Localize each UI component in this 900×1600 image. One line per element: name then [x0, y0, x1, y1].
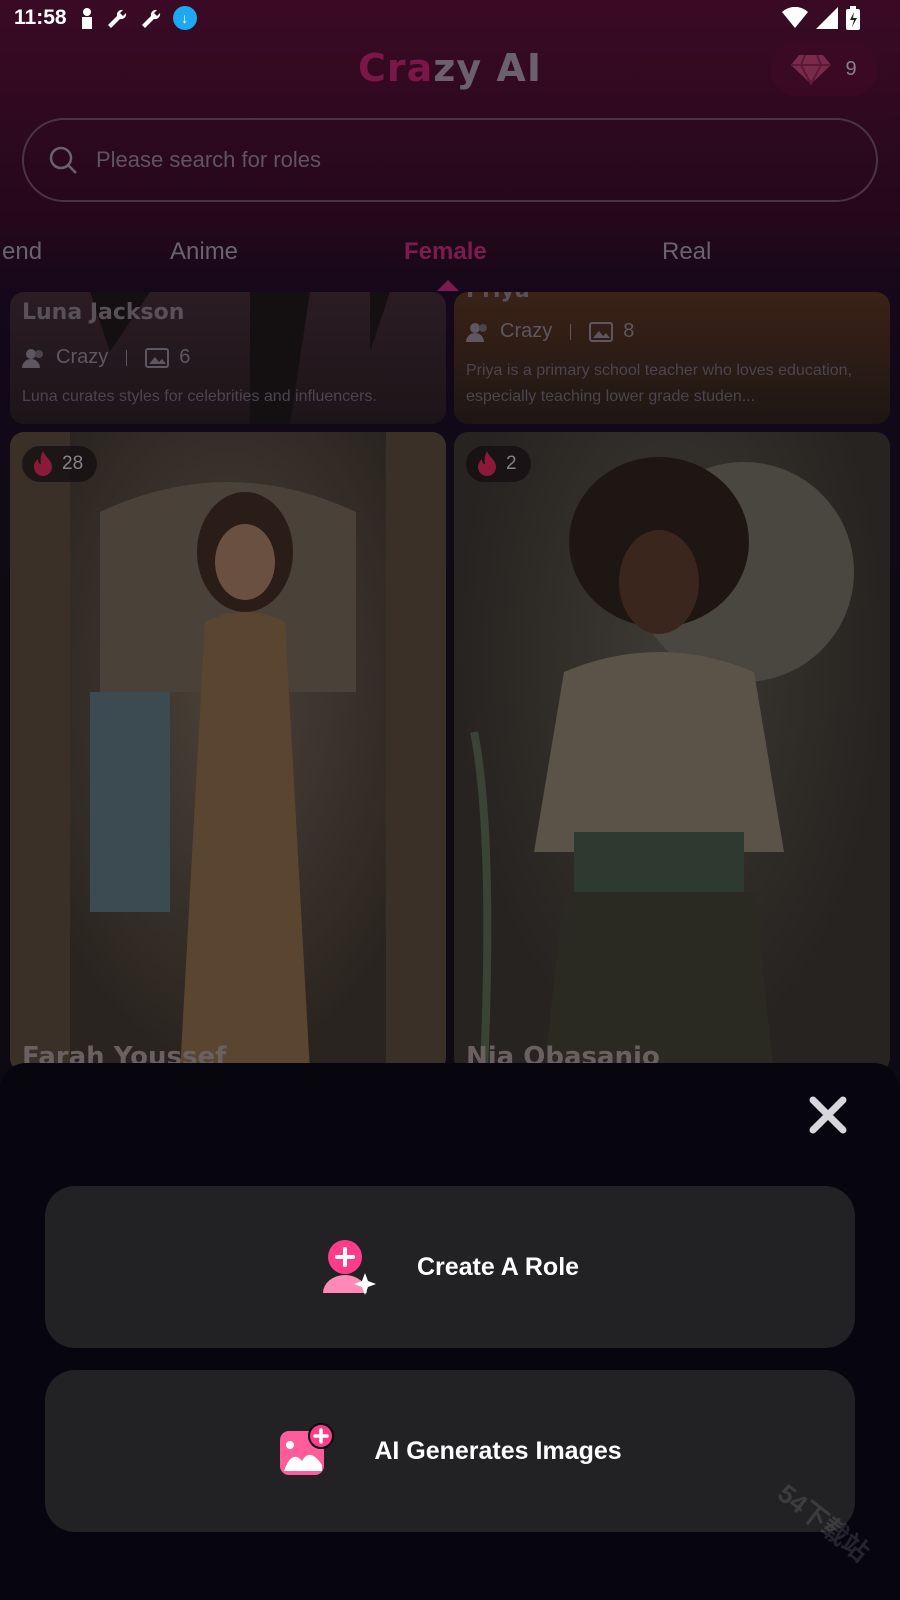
meta-divider [570, 323, 572, 340]
ai-generate-images-button[interactable]: AI Generates Images [45, 1370, 855, 1532]
tab-female[interactable]: Female [404, 238, 487, 266]
image-icon [145, 347, 170, 368]
tab-active-indicator [437, 280, 459, 291]
role-meta: Crazy 8 [466, 320, 634, 343]
character-art [10, 432, 446, 1072]
status-icons-right [782, 6, 860, 30]
users-icon [22, 348, 43, 368]
status-icons-left: ↓ [79, 6, 197, 30]
close-icon [809, 1096, 847, 1134]
role-author: Crazy [500, 320, 553, 342]
role-image-count: 8 [623, 320, 635, 342]
gem-count: 9 [845, 57, 857, 80]
popularity-count: 2 [506, 453, 517, 474]
person-status-icon [81, 8, 92, 29]
image-icon [589, 321, 614, 342]
gem-balance-button[interactable]: 9 [770, 42, 878, 96]
popularity-badge: 28 [22, 446, 98, 482]
wrench-icon [141, 9, 160, 28]
battery-icon [846, 6, 860, 30]
wifi-icon [782, 7, 808, 28]
category-tabs: end Anime Female Real [0, 220, 900, 291]
status-bar: 11:58 ↓ [0, 0, 900, 36]
close-button[interactable] [806, 1093, 850, 1137]
search-input[interactable] [96, 147, 796, 173]
signal-icon [816, 7, 838, 29]
download-icon: ↓ [172, 6, 197, 30]
app-title-accent: Cra [358, 46, 434, 90]
diamond-icon [791, 54, 832, 85]
create-options-sheet: Create A Role AI Generates Images 54下载站 [0, 1063, 900, 1600]
character-art [470, 457, 854, 1072]
popularity-badge: 2 [466, 446, 531, 482]
role-description: Priya is a primary school teacher who lo… [466, 362, 852, 405]
role-meta: Crazy 6 [22, 346, 190, 369]
create-role-button[interactable]: Create A Role [45, 1186, 855, 1348]
add-image-icon [280, 1423, 335, 1475]
tab-anime[interactable]: Anime [170, 238, 238, 266]
tab-trend[interactable]: end [2, 238, 42, 266]
role-name: Luna Jackson [22, 300, 185, 325]
meta-divider [126, 349, 128, 366]
role-card[interactable]: 2 Nia Obasanjo [454, 432, 890, 1072]
role-card[interactable]: Luna Jackson Crazy 6 Luna curates styles… [10, 292, 446, 424]
role-author: Crazy [56, 346, 109, 368]
ai-generate-images-label: AI Generates Images [374, 1436, 622, 1465]
search-icon [49, 146, 77, 174]
role-description: Luna curates styles for celebrities and … [22, 388, 377, 405]
fire-icon [478, 451, 496, 476]
header: Crazy AI 9 [0, 40, 900, 100]
status-time: 11:58 [14, 6, 67, 29]
fire-icon [34, 451, 52, 476]
wrench-icon [107, 9, 126, 28]
role-card[interactable]: Priya Crazy 8 Priya is a primary school … [454, 292, 890, 424]
popularity-count: 28 [62, 453, 84, 474]
role-name: Priya [466, 292, 530, 303]
role-card[interactable]: 28 Farah Youssef [10, 432, 446, 1072]
app-title-rest: zy AI [433, 46, 542, 90]
create-role-label: Create A Role [416, 1252, 580, 1281]
role-image-count: 6 [179, 346, 191, 368]
app-title: Crazy AI [0, 46, 900, 90]
users-icon [466, 322, 487, 342]
tab-real[interactable]: Real [662, 238, 711, 266]
search-bar[interactable] [22, 118, 878, 202]
add-person-icon [322, 1240, 376, 1295]
